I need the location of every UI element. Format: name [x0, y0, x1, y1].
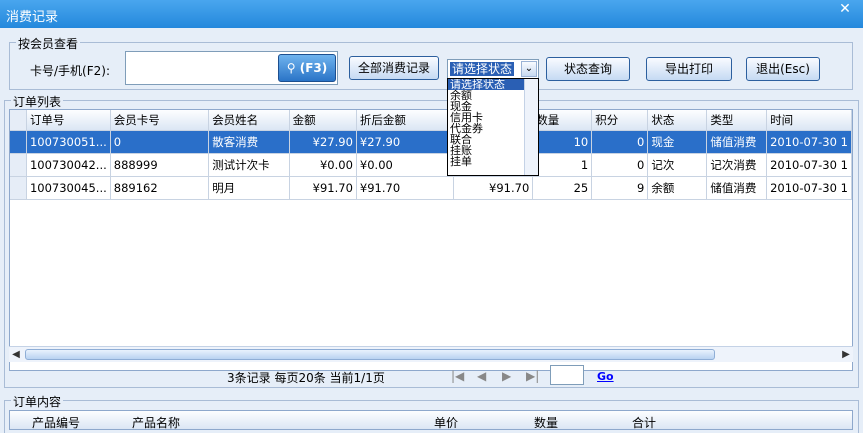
chevron-down-icon[interactable]: ⌄ [521, 61, 537, 77]
status-cell: 余额 [647, 176, 708, 200]
member-name-cell: 明月 [208, 176, 290, 200]
table-header-row: 订单号 会员卡号 会员姓名 金额 折后金额 数量 积分 状态 类型 时间 [10, 110, 852, 131]
last-page-icon[interactable]: ▶| [526, 369, 539, 383]
status-query-button[interactable]: 状态查询 [546, 57, 630, 81]
prev-page-icon[interactable]: ◀ [477, 369, 486, 383]
points-cell: 9 [591, 176, 649, 200]
column-header[interactable]: 会员卡号 [110, 110, 210, 131]
column-header[interactable]: 订单号 [26, 110, 111, 131]
search-button[interactable]: ⚲ (F3) [278, 54, 336, 82]
row-header-corner [10, 110, 27, 131]
column-header[interactable]: 状态 [647, 110, 708, 131]
exit-button[interactable]: 退出(Esc) [746, 57, 820, 81]
column-header[interactable]: 类型 [706, 110, 768, 131]
column-header[interactable]: 数量 [534, 414, 558, 431]
member-name-cell: 测试计次卡 [208, 153, 290, 177]
points-cell: 0 [591, 130, 649, 154]
order-list-legend: 订单列表 [11, 93, 64, 110]
card-number-cell: 888999 [110, 153, 210, 177]
amount-cell: ¥27.90 [289, 130, 357, 154]
amount-cell: ¥0.00 [289, 153, 357, 177]
status-dropdown-list[interactable]: 请选择状态 余额 现金 信用卡 代金券 联合 挂账 挂单 [447, 78, 539, 176]
scrollbar-thumb[interactable] [25, 349, 715, 360]
time-cell: 2010-07-30 1 [766, 130, 852, 154]
time-cell: 2010-07-30 1 [766, 176, 852, 200]
window-title: 消费记录 [6, 10, 59, 25]
title-bar: 消费记录 ✕ [0, 0, 863, 28]
row-selector[interactable] [10, 176, 27, 200]
close-icon[interactable]: ✕ [833, 1, 857, 17]
status-cell: 记次 [647, 153, 708, 177]
column-header[interactable]: 金额 [289, 110, 357, 131]
order-number-cell: 100730051... [26, 130, 111, 154]
column-header[interactable]: 时间 [766, 110, 852, 131]
horizontal-scrollbar[interactable]: ◀ ▶ [9, 346, 853, 362]
status-select[interactable]: 请选择状态 ⌄ [447, 59, 539, 79]
search-icon: ⚲ [286, 61, 296, 75]
scroll-right-icon[interactable]: ▶ [839, 348, 853, 362]
column-header[interactable]: 单价 [434, 414, 458, 431]
export-print-button[interactable]: 导出打印 [646, 57, 732, 81]
table-row[interactable]: 100730051... 0 散客消费 ¥27.90 ¥27.90 10 0 现… [10, 130, 852, 154]
discount-amount-cell: ¥91.70 [356, 176, 455, 200]
search-button-label: (F3) [299, 61, 328, 75]
discount-amount-cell: ¥0.00 [356, 153, 455, 177]
order-table: 订单号 会员卡号 会员姓名 金额 折后金额 数量 积分 状态 类型 时间 100… [9, 109, 853, 371]
quantity-cell: 25 [532, 176, 593, 200]
type-cell: 储值消费 [706, 176, 768, 200]
column-header[interactable]: 产品编号 [32, 414, 80, 431]
next-page-icon[interactable]: ▶ [502, 369, 511, 383]
order-content-header: 产品编号 产品名称 单价 数量 合计 [9, 410, 853, 430]
column-header[interactable]: 数量 [532, 110, 593, 131]
order-number-cell: 100730042... [26, 153, 111, 177]
window-body: 按会员查看 卡号/手机(F2): ⚲ (F3) 全部消费记录 请选择状态 ⌄ 状… [0, 28, 863, 433]
column-header[interactable]: 折后金额 [356, 110, 455, 131]
order-number-cell: 100730045... [26, 176, 111, 200]
table-row[interactable]: 100730042... 888999 测试计次卡 ¥0.00 ¥0.00 1 … [10, 153, 852, 177]
column-header[interactable]: 产品名称 [132, 414, 180, 431]
column-header[interactable]: 合计 [632, 414, 656, 431]
pager-summary: 3条记录 每页20条 当前1/1页 [227, 371, 385, 385]
time-cell: 2010-07-30 1 [766, 153, 852, 177]
row-selector[interactable] [10, 153, 27, 177]
row-selector[interactable] [10, 130, 27, 154]
scroll-left-icon[interactable]: ◀ [9, 348, 23, 362]
column-header[interactable]: 积分 [591, 110, 649, 131]
discount-amount-cell: ¥27.90 [356, 130, 455, 154]
card-number-cell: 889162 [110, 176, 210, 200]
member-name-cell: 散客消费 [208, 130, 290, 154]
status-cell: 现金 [647, 130, 708, 154]
type-cell: 记次消费 [706, 153, 768, 177]
quantity-cell: 1 [532, 153, 593, 177]
status-select-value: 请选择状态 [450, 62, 515, 76]
amount-cell: ¥91.70 [289, 176, 357, 200]
page-number-input[interactable] [550, 365, 584, 385]
card-phone-input[interactable]: ⚲ (F3) [125, 51, 338, 85]
table-row[interactable]: 100730045... 889162 明月 ¥91.70 ¥91.70 ¥91… [10, 176, 852, 200]
all-records-button[interactable]: 全部消费记录 [349, 56, 439, 80]
go-link[interactable]: Go [597, 370, 614, 383]
member-search-legend: 按会员查看 [16, 35, 81, 52]
hidden-column-cell: ¥91.70 [453, 176, 534, 200]
points-cell: 0 [591, 153, 649, 177]
card-number-cell: 0 [110, 130, 210, 154]
type-cell: 储值消费 [706, 130, 768, 154]
card-phone-label: 卡号/手机(F2): [30, 64, 110, 78]
order-content-legend: 订单内容 [11, 393, 64, 410]
quantity-cell: 10 [532, 130, 593, 154]
first-page-icon[interactable]: |◀ [451, 369, 464, 383]
dropdown-scrollbar[interactable] [524, 79, 538, 175]
column-header[interactable]: 会员姓名 [208, 110, 290, 131]
